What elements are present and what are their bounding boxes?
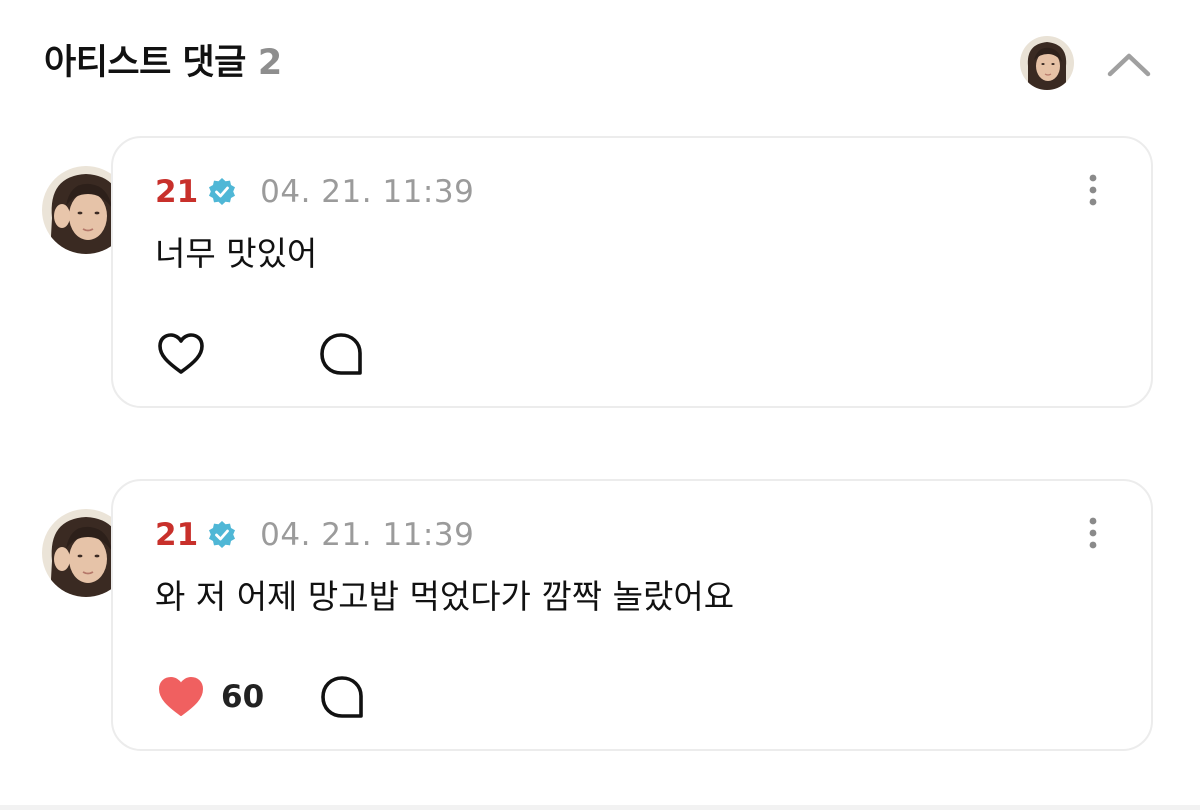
more-options-button[interactable] bbox=[1081, 513, 1105, 553]
section-title: 아티스트 댓글 2 bbox=[44, 38, 282, 88]
comment-actions: 60 bbox=[155, 671, 366, 723]
speech-bubble-icon bbox=[321, 676, 363, 718]
comment-actions bbox=[155, 328, 365, 380]
author-name[interactable]: 21 bbox=[155, 515, 198, 555]
artist-comments-header: 아티스트 댓글 2 bbox=[0, 0, 1200, 130]
heart-outline-icon bbox=[158, 333, 204, 374]
more-vertical-icon bbox=[1089, 174, 1097, 206]
like-button[interactable] bbox=[155, 330, 207, 378]
avatar[interactable] bbox=[1020, 36, 1074, 90]
comment-text: 와 저 어제 망고밥 먹었다가 깜짝 놀랐어요 bbox=[155, 577, 735, 616]
comment-meta: 21 04. 21. 11:39 bbox=[155, 172, 474, 212]
comment-meta: 21 04. 21. 11:39 bbox=[155, 515, 474, 555]
reply-button[interactable] bbox=[317, 330, 365, 378]
more-vertical-icon bbox=[1089, 517, 1097, 549]
like-count: 60 bbox=[221, 679, 265, 715]
comment-card: 21 04. 21. 11:39 너무 맛있어 bbox=[111, 136, 1153, 408]
comment-card: 21 04. 21. 11:39 와 저 어제 망고밥 먹었다가 깜짝 놀랐어요… bbox=[111, 479, 1153, 751]
verified-badge-icon bbox=[209, 178, 236, 205]
reply-button[interactable] bbox=[318, 673, 366, 721]
speech-bubble-icon bbox=[320, 333, 362, 375]
timestamp: 04. 21. 11:39 bbox=[260, 174, 475, 210]
comment-count: 2 bbox=[257, 43, 282, 83]
chevron-up-icon bbox=[1107, 53, 1151, 77]
timestamp: 04. 21. 11:39 bbox=[260, 517, 475, 553]
more-options-button[interactable] bbox=[1081, 170, 1105, 210]
profile-avatar-image bbox=[1020, 36, 1074, 90]
like-button[interactable]: 60 bbox=[155, 673, 264, 721]
comment-text: 너무 맛있어 bbox=[155, 234, 318, 273]
divider bbox=[0, 805, 1200, 810]
collapse-button[interactable] bbox=[1102, 44, 1156, 84]
verified-badge-icon bbox=[209, 521, 236, 548]
heart-filled-icon bbox=[159, 677, 203, 716]
section-title-label: 아티스트 댓글 bbox=[44, 43, 246, 83]
author-name[interactable]: 21 bbox=[155, 172, 198, 212]
